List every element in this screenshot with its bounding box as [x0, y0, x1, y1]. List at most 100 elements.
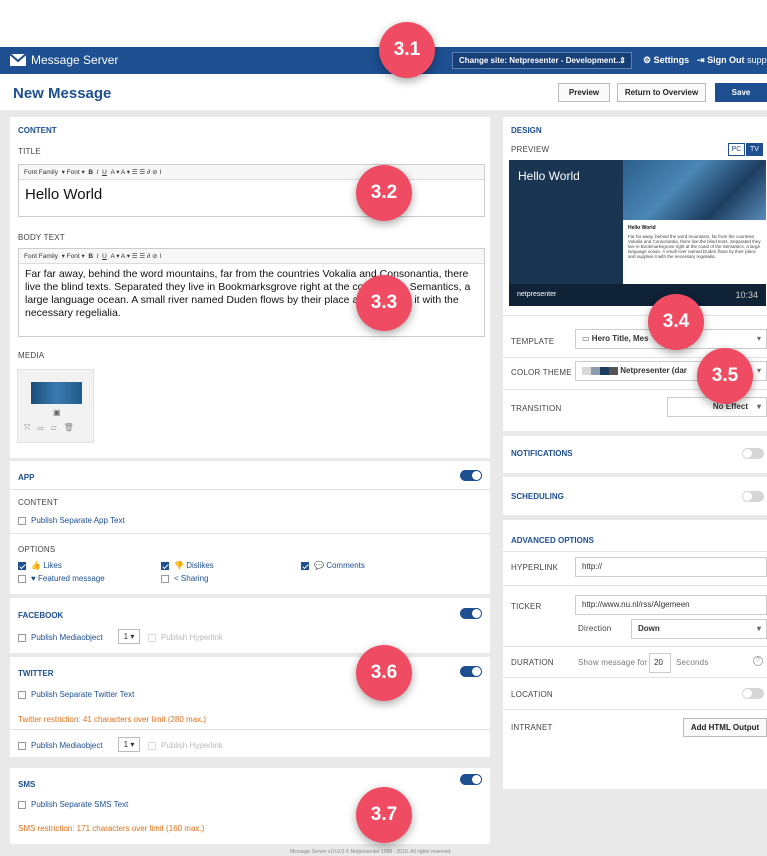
app-toggle[interactable] [460, 470, 482, 481]
design-section-title: DESIGN [511, 126, 542, 135]
divider [10, 489, 490, 490]
sms-toggle[interactable] [460, 774, 482, 785]
hyperlink-input[interactable]: http:// [575, 557, 767, 577]
site-selector[interactable]: Change site: Netpresenter - Development.… [452, 52, 632, 69]
twitter-toggle[interactable] [460, 666, 482, 677]
divider [503, 585, 767, 586]
ticker-input[interactable]: http://www.nu.nl/rss/Algemeen [575, 595, 767, 615]
template-value: Hero Title, Mes [591, 334, 649, 343]
pc-toggle[interactable]: PC [728, 143, 745, 156]
italic-button[interactable]: I [97, 253, 99, 260]
italic-button[interactable]: I [97, 169, 99, 176]
preview-time: 10:34 [735, 290, 758, 300]
checkbox[interactable] [148, 741, 156, 750]
direction-select[interactable]: Down ▾ [631, 619, 767, 639]
twitter-warning: Twitter restriction: 41 characters over … [18, 715, 207, 724]
format-tools[interactable]: A ▾ A ▾ ☰ ☰ ∂ ⊘ I [110, 253, 161, 260]
facebook-count-select[interactable]: 1 ▾ [118, 629, 140, 644]
title-text[interactable]: Hello World [19, 180, 484, 207]
option-label: Dislikes [186, 561, 214, 570]
checkbox[interactable] [18, 741, 26, 750]
facebook-hyperlink-option[interactable]: Publish Hyperlink [148, 633, 223, 642]
checkbox[interactable] [301, 561, 309, 570]
facebook-toggle[interactable] [460, 608, 482, 619]
checkbox[interactable] [18, 574, 26, 583]
app-logo[interactable]: Message Server [10, 53, 118, 67]
checkbox[interactable] [18, 561, 26, 570]
option-label: Publish Separate App Text [31, 516, 125, 525]
share-icon: < [174, 574, 179, 583]
checkbox[interactable] [161, 561, 169, 570]
location-toggle[interactable] [742, 688, 764, 699]
notifications-section-title: NOTIFICATIONS [511, 449, 573, 458]
sign-out-link[interactable]: ⇥ Sign Out suppo [697, 55, 767, 66]
body-text[interactable]: Far far away, behind the word mountains,… [19, 264, 484, 324]
checkbox[interactable] [18, 516, 26, 525]
title-editor-toolbar: Font Family ▾ Font ▾ B I U A ▾ A ▾ ☰ ☰ ∂… [19, 165, 484, 180]
twitter-count-select[interactable]: 1 ▾ [118, 737, 140, 752]
return-to-overview-button[interactable]: Return to Overview [617, 83, 706, 102]
sms-section-title: SMS [18, 780, 36, 789]
format-tools[interactable]: A ▾ A ▾ ☰ ☰ ∂ ⊘ I [110, 169, 161, 176]
image-icon: ▣ [53, 408, 61, 417]
checkbox[interactable] [18, 633, 26, 642]
underline-button[interactable]: U [102, 169, 107, 176]
template-label: TEMPLATE [511, 337, 555, 346]
facebook-panel: FACEBOOK Publish Mediaobject 1 ▾ Publish… [10, 598, 490, 653]
divider [503, 315, 767, 316]
checkbox[interactable] [161, 574, 169, 583]
duration-input[interactable]: 20 [649, 653, 671, 673]
checkbox[interactable] [18, 690, 26, 699]
annotation-badge: 3.7 [356, 787, 412, 843]
underline-button[interactable]: U [102, 253, 107, 260]
font-family-dropdown[interactable]: Font Family [24, 169, 58, 176]
facebook-mediaobject-option[interactable]: Publish Mediaobject [18, 633, 103, 642]
featured-option[interactable]: ♥ Featured message [18, 574, 105, 583]
add-html-output-button[interactable]: Add HTML Output [683, 718, 767, 737]
help-icon[interactable]: ? [753, 656, 763, 666]
body-editor-toolbar: Font Family ▾ Font ▾ B I U A ▾ A ▾ ☰ ☰ ∂… [19, 249, 484, 264]
option-label: Comments [326, 561, 365, 570]
sms-publish-option[interactable]: Publish Separate SMS Text [18, 800, 128, 809]
twitter-mediaobject-option[interactable]: Publish Mediaobject [18, 741, 103, 750]
title-editor[interactable]: Font Family ▾ Font ▾ B I U A ▾ A ▾ ☰ ☰ ∂… [18, 164, 485, 217]
app-name: Message Server [31, 53, 119, 67]
expand-icon[interactable]: ⤧ [24, 423, 37, 432]
support-link[interactable]: suppo [747, 55, 767, 65]
preview-button[interactable]: Preview [558, 83, 610, 102]
annotation-badge: 3.1 [379, 22, 435, 78]
annotation-badge: 3.6 [356, 645, 412, 701]
option-label: Publish Separate Twitter Text [31, 690, 135, 699]
font-dropdown[interactable]: Font ▾ [67, 169, 85, 176]
tv-toggle[interactable]: TV [746, 143, 763, 156]
likes-option[interactable]: 👍 Likes [18, 561, 62, 570]
body-editor[interactable]: Font Family ▾ Font ▾ B I U A ▾ A ▾ ☰ ☰ ∂… [18, 248, 485, 337]
scheduling-section-title: SCHEDULING [511, 492, 564, 501]
notifications-toggle[interactable] [742, 448, 764, 459]
font-dropdown[interactable]: Font ▾ [67, 253, 85, 260]
twitter-publish-option[interactable]: Publish Separate Twitter Text [18, 690, 134, 699]
settings-link[interactable]: ⚙ Settings [643, 55, 689, 66]
font-family-dropdown[interactable]: Font Family [24, 253, 58, 260]
duration-label: DURATION [511, 658, 554, 667]
bold-button[interactable]: B [88, 169, 93, 176]
crop-icon[interactable]: ▭ [37, 423, 50, 432]
page-title: New Message [13, 85, 112, 102]
checkbox[interactable] [18, 800, 26, 809]
ticker-label: TICKER [511, 602, 542, 611]
publish-app-text-option[interactable]: Publish Separate App Text [18, 516, 125, 525]
media-thumbnail[interactable]: ▣ ⤧▭▱🗑 [17, 369, 94, 443]
checkbox[interactable] [148, 633, 156, 642]
divider [503, 677, 767, 678]
bold-button[interactable]: B [88, 253, 93, 260]
twitter-hyperlink-option[interactable]: Publish Hyperlink [148, 741, 223, 750]
save-button[interactable]: Save [715, 83, 767, 102]
dislikes-option[interactable]: 👎 Dislikes [161, 561, 214, 570]
folder-icon[interactable]: ▱ [51, 423, 64, 432]
divider [10, 533, 490, 534]
sharing-option[interactable]: < Sharing [161, 574, 208, 583]
comments-option[interactable]: 💬 Comments [301, 561, 365, 570]
trash-icon[interactable]: 🗑 [64, 423, 81, 432]
scheduling-toggle[interactable] [742, 491, 764, 502]
content-section-title: CONTENT [18, 126, 57, 135]
